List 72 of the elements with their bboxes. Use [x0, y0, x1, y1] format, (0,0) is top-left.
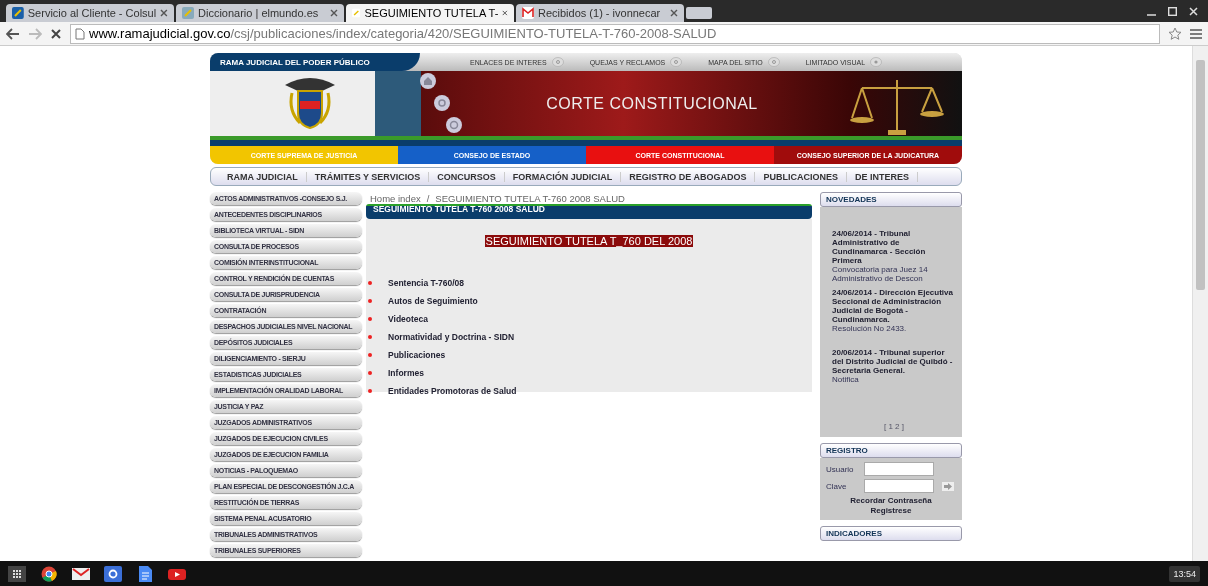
- browser-tab[interactable]: Recibidos (1) - ivonnecar: [516, 4, 684, 22]
- favicon-icon: [352, 7, 361, 19]
- eye-icon: [870, 57, 883, 67]
- news-summary[interactable]: Notifica: [832, 375, 956, 384]
- section-header: REGISTRO: [820, 443, 962, 458]
- menu-icon[interactable]: [1190, 28, 1202, 39]
- breadcrumb-separator: /: [426, 192, 430, 204]
- section-header: NOVEDADES: [820, 192, 962, 207]
- bullet-icon: [368, 388, 372, 393]
- username-field[interactable]: [864, 462, 934, 476]
- bullet-icon: [368, 352, 372, 357]
- favicon-icon: [522, 7, 534, 19]
- password-field[interactable]: [864, 479, 934, 493]
- field-label: Clave: [826, 481, 848, 491]
- bullet-icon: [368, 370, 372, 375]
- clock: 13:54: [1169, 566, 1200, 582]
- banner-title: CORTE CONSTITUCIONAL: [545, 93, 759, 114]
- content-link[interactable]: Entidades Promotoras de Salud: [388, 385, 517, 396]
- browser-tab[interactable]: SEGUIMIENTO TUTELA T-: [346, 4, 514, 22]
- news-headline[interactable]: 24/06/2014 - Dirección Ejecutiva Seccional de Administración Judicial de Bogotá - Cundinamarca.: [832, 288, 956, 324]
- favicon-icon: [12, 7, 24, 19]
- content-link[interactable]: Informes: [388, 367, 424, 378]
- close-icon[interactable]: [502, 9, 508, 17]
- content-link[interactable]: Videoteca: [388, 313, 428, 324]
- bullet-icon: [368, 298, 372, 303]
- bullet-icon: [368, 280, 372, 285]
- maximize-icon[interactable]: [1168, 6, 1177, 16]
- browser-icon[interactable]: [40, 566, 58, 582]
- nav-link[interactable]: TRÁMITES Y SERVICIOS: [306, 171, 430, 182]
- breadcrumb-current: SEGUIMIENTO TUTELA T-760 2008 SALUD: [435, 192, 625, 204]
- nav-link[interactable]: REGISTRO DE ABOGADOS: [621, 171, 756, 182]
- nav-link[interactable]: RAMA JUDICIAL: [219, 171, 307, 182]
- news-summary[interactable]: Convocatoria para Juez 14 Administrativo de Descon: [832, 265, 956, 283]
- stop-icon[interactable]: [50, 27, 62, 40]
- content-link[interactable]: Publicaciones: [388, 349, 446, 360]
- video-icon[interactable]: [168, 566, 186, 582]
- back-icon[interactable]: [6, 27, 20, 40]
- close-icon[interactable]: [670, 9, 678, 17]
- nav-link[interactable]: PUBLICACIONES: [755, 171, 847, 182]
- content-link[interactable]: Normatividad y Doctrina - SIDN: [388, 331, 515, 342]
- favicon-icon: [182, 7, 194, 19]
- app-launcher-icon[interactable]: [8, 566, 26, 582]
- news-headline[interactable]: 20/06/2014 - Tribunal superior del Distrito Judicial de Quibdó - Secretaria General.: [832, 348, 956, 375]
- news-summary[interactable]: Resolución No 2433.: [832, 324, 956, 333]
- browser-tab[interactable]: Diccionario | elmundo.es: [176, 4, 344, 22]
- scrollbar[interactable]: [1192, 46, 1208, 561]
- bullet-icon: [368, 334, 372, 339]
- content-link[interactable]: Autos de Seguimiento: [388, 295, 478, 306]
- section-header: INDICADORES: [820, 526, 962, 541]
- panel-title: SEGUIMIENTO TUTELA T-760 2008 SALUD: [366, 204, 812, 219]
- site-title: RAMA JUDICIAL DEL PODER PÚBLICO: [210, 53, 420, 71]
- close-icon[interactable]: [160, 9, 168, 17]
- login-link[interactable]: Recordar Contraseña: [850, 496, 932, 506]
- close-icon[interactable]: [330, 9, 338, 17]
- browser-tab[interactable]: Servicio al Cliente - Colsul: [6, 4, 174, 22]
- login-link[interactable]: Registrese: [870, 506, 912, 516]
- bullet-icon: [368, 316, 372, 321]
- nav-link[interactable]: DE INTERES: [846, 171, 918, 182]
- news-headline[interactable]: 24/06/2014 - Tribunal Administrativo de Cundinamarca - Sección Primera: [832, 229, 956, 265]
- content-link[interactable]: Sentencia T-760/08: [388, 277, 465, 288]
- document-icon[interactable]: [136, 566, 154, 582]
- nav-link[interactable]: FORMACIÓN JUDICIAL: [504, 171, 622, 182]
- address-bar[interactable]: www.ramajudicial.gov.co/csj/publicaciones/index/categoria/420/SEGUIMIENTO-TUTELA-T-760-2008-SALUD: [70, 23, 1160, 44]
- page-icon: [75, 27, 85, 40]
- field-label: Usuario: [826, 464, 855, 474]
- breadcrumb-link[interactable]: Home index: [370, 192, 421, 204]
- nav-link[interactable]: CONCURSOS: [429, 171, 505, 182]
- page-heading: SEGUIMIENTO TUTELA T_760 DEL 2008: [484, 235, 694, 247]
- star-icon[interactable]: [1168, 26, 1182, 41]
- home-icon[interactable]: [420, 73, 436, 89]
- mail-icon[interactable]: [72, 566, 90, 582]
- pager[interactable]: [ 1 2 ]: [832, 422, 956, 431]
